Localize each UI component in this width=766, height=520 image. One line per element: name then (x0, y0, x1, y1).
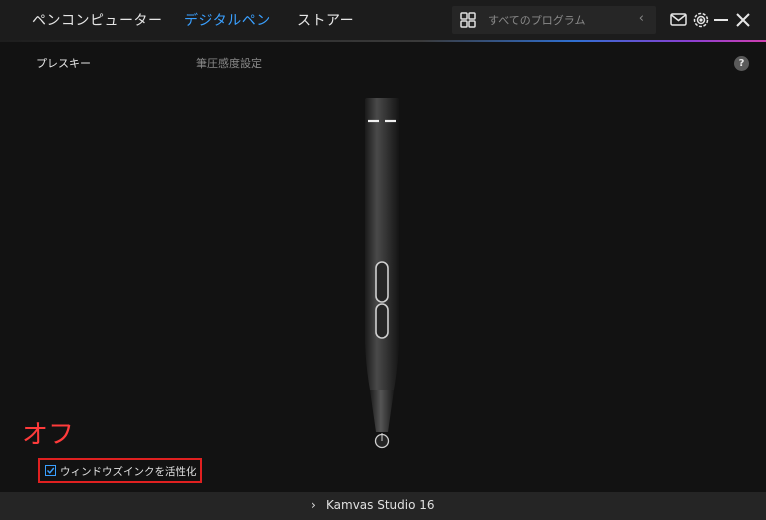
tab-digital-pen[interactable]: デジタルペン (184, 10, 271, 30)
close-icon[interactable] (732, 9, 754, 31)
help-icon[interactable]: ? (734, 56, 749, 71)
checkmark-icon (47, 467, 55, 474)
device-name: Kamvas Studio 16 (326, 498, 435, 512)
minimize-icon[interactable] (710, 9, 732, 31)
windows-ink-checkbox[interactable] (45, 465, 56, 476)
device-footer[interactable]: › Kamvas Studio 16 (0, 492, 766, 520)
accent-line (0, 40, 766, 42)
mail-icon[interactable] (668, 9, 690, 31)
program-selector-label: すべてのプログラム (488, 14, 586, 27)
windows-ink-label[interactable]: ウィンドウズインクを活性化 (60, 464, 197, 479)
off-annotation: オフ (22, 420, 75, 450)
tab-store[interactable]: ストアー (297, 10, 354, 30)
subtab-pressure-sensitivity[interactable]: 筆圧感度設定 (196, 55, 262, 71)
top-bar: ペンコンピューター デジタルペン ストアー すべてのプログラム ‹ (0, 0, 766, 40)
grid-icon (460, 12, 476, 28)
chevron-right-icon: › (311, 498, 316, 512)
windows-ink-highlight: ウィンドウズインクを活性化 (38, 458, 202, 483)
subtab-press-keys[interactable]: プレスキー (36, 55, 91, 71)
gear-icon[interactable] (690, 9, 712, 31)
chevron-left-icon[interactable]: ‹ (639, 11, 644, 26)
program-selector[interactable]: すべてのプログラム ‹ (452, 6, 656, 34)
pen-illustration (365, 98, 399, 449)
tab-pen-computer[interactable]: ペンコンピューター (32, 10, 163, 30)
